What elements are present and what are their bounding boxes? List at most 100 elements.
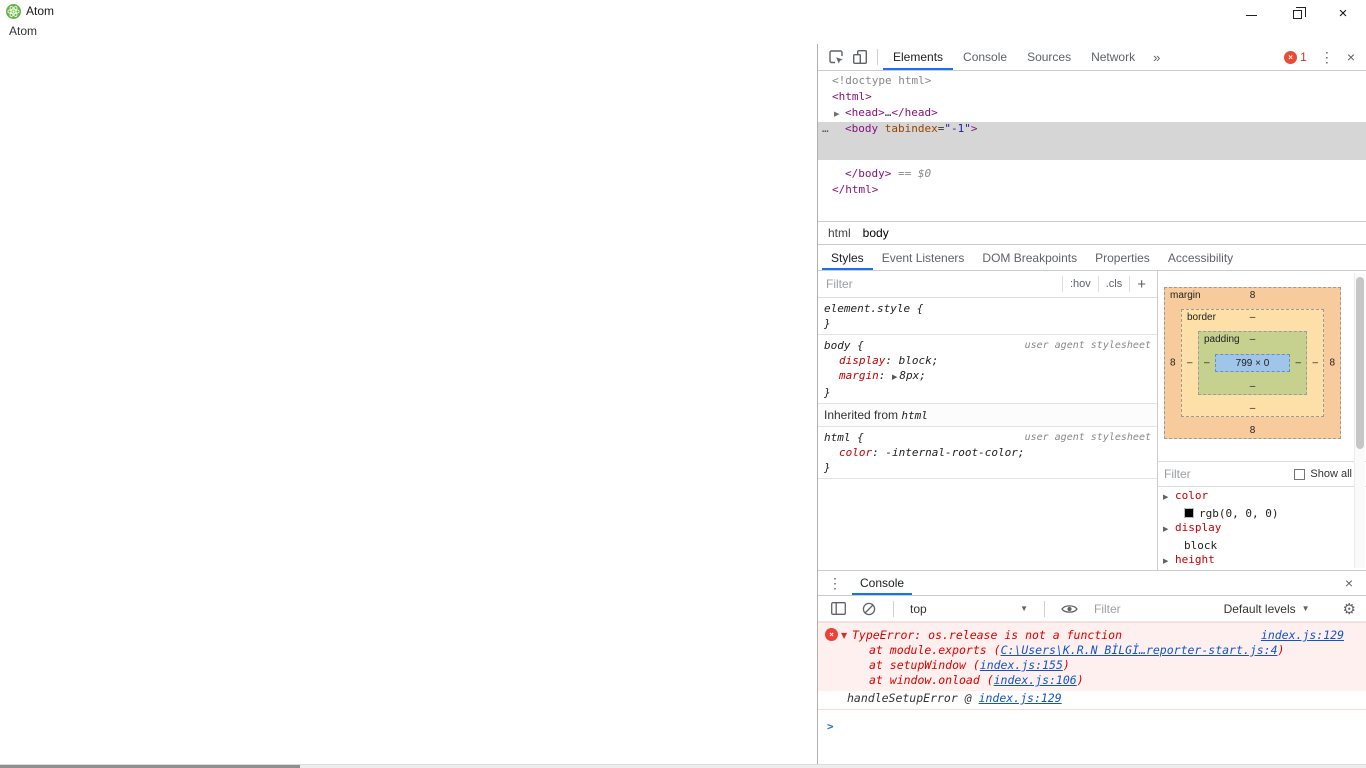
css-property[interactable]: display: block; — [824, 353, 1153, 368]
error-message-row[interactable]: × ▼ TypeError: os.release is not a funct… — [818, 627, 1366, 643]
execution-context-selector[interactable]: top ▼ — [906, 602, 1032, 616]
maximize-button[interactable] — [1274, 0, 1320, 26]
class-toggle[interactable]: .cls — [1097, 276, 1130, 292]
border-top-value[interactable]: – — [1182, 312, 1323, 323]
expand-arrow-icon[interactable]: ▶ — [892, 373, 897, 381]
close-icon: × — [1338, 4, 1348, 22]
minimize-icon — [1245, 14, 1257, 16]
console-close-icon[interactable]: × — [1345, 575, 1366, 591]
toolbar-right-cluster: × 1 ⋮ × — [1284, 49, 1366, 66]
styles-filter-input[interactable] — [826, 277, 1062, 291]
border-right-value[interactable]: – — [1312, 358, 1318, 369]
padding-right-value[interactable]: – — [1295, 358, 1301, 369]
devtools-tab-elements[interactable]: Elements — [883, 44, 953, 70]
log-levels-dropdown[interactable]: Default levels ▼ — [1224, 602, 1336, 616]
box-model-border[interactable]: border – – – – padding – – – – 799 × 0 — [1181, 309, 1324, 417]
css-property[interactable]: margin: ▶ 8px; — [824, 368, 1153, 385]
console-prompt[interactable]: > — [818, 710, 1366, 735]
computed-property-display[interactable]: ▶ display — [1158, 521, 1353, 537]
menu-item-atom[interactable]: Atom — [9, 24, 37, 38]
show-all-checkbox[interactable] — [1294, 468, 1306, 480]
rule-selector[interactable]: element.style { — [824, 301, 923, 316]
horizontal-scrollbar[interactable] — [0, 764, 1366, 768]
error-count-badge[interactable]: × 1 — [1284, 50, 1307, 64]
clear-console-icon[interactable] — [857, 597, 881, 621]
computed-property-height[interactable]: ▶ height — [1158, 553, 1353, 569]
code-token: <head> — [845, 106, 885, 119]
console-sidebar-toggle-icon[interactable] — [826, 597, 850, 621]
devtools-tab-sources[interactable]: Sources — [1017, 44, 1081, 70]
computed-property-color[interactable]: ▶ color — [1158, 489, 1353, 505]
computed-property-value: block — [1158, 537, 1353, 553]
expand-arrow-icon[interactable]: ▶ — [834, 110, 839, 118]
tab-properties[interactable]: Properties — [1086, 245, 1159, 270]
dom-node[interactable]: ▶ <head>…</head> — [818, 106, 1366, 122]
console-drawer-tab[interactable]: Console — [852, 571, 912, 595]
padding-bottom-value[interactable]: – — [1199, 381, 1306, 392]
css-separator: : — [885, 354, 899, 367]
inherited-from-link[interactable]: html — [901, 409, 928, 422]
expand-arrow-icon[interactable]: ▶ — [1163, 525, 1168, 533]
stack-frame-text: at setupWindow ( — [869, 658, 980, 672]
console-filter-input[interactable] — [1094, 601, 1217, 616]
pseudo-state-toggle[interactable]: :hov — [1061, 276, 1098, 292]
device-toolbar-button[interactable] — [848, 45, 872, 69]
eye-icon[interactable] — [1057, 597, 1081, 621]
console-tab-row: ⋮ Console × — [818, 571, 1366, 596]
box-model-margin[interactable]: margin 8 8 8 8 border – – – – padding – — [1164, 287, 1341, 439]
border-bottom-value[interactable]: – — [1182, 403, 1323, 414]
rule-selector[interactable]: html { — [824, 430, 864, 445]
stack-frame-link[interactable]: C:\Users\K.R.N BİLGİ…reporter-start.js:4 — [1001, 643, 1278, 657]
close-button[interactable]: × — [1320, 0, 1366, 26]
stack-frame-link[interactable]: index.js:106 — [994, 673, 1077, 687]
expand-arrow-icon[interactable]: ▶ — [1163, 557, 1168, 565]
tab-event-listeners[interactable]: Event Listeners — [873, 245, 974, 270]
style-rule-html: html { user agent stylesheet color: -inter… — [818, 427, 1157, 479]
devtools-tab-console[interactable]: Console — [953, 44, 1017, 70]
box-model-padding[interactable]: padding – – – – 799 × 0 — [1198, 331, 1307, 395]
css-property[interactable]: color: -internal-root-color; — [824, 445, 1153, 460]
dom-node-selected[interactable]: … <body tabindex="-1"> — [818, 122, 1366, 160]
margin-top-value[interactable]: 8 — [1165, 290, 1340, 301]
code-token: "-1" — [944, 122, 971, 135]
padding-left-value[interactable]: – — [1204, 358, 1210, 369]
breadcrumb-html[interactable]: html — [822, 226, 857, 240]
rule-selector[interactable]: body { — [824, 338, 864, 353]
new-style-rule-button[interactable]: + — [1129, 276, 1155, 293]
kebab-menu-icon[interactable]: ⋮ — [1320, 49, 1334, 66]
dom-node[interactable]: <!doctype html> — [818, 74, 1366, 90]
tab-styles[interactable]: Styles — [822, 245, 873, 270]
console-settings-gear-icon[interactable]: ⚙ — [1343, 600, 1358, 618]
margin-left-value[interactable]: 8 — [1170, 358, 1176, 369]
border-left-value[interactable]: – — [1187, 358, 1193, 369]
tab-accessibility[interactable]: Accessibility — [1159, 245, 1242, 270]
expand-caret-icon[interactable]: ▼ — [841, 628, 847, 644]
console-kebab-menu-icon[interactable]: ⋮ — [818, 575, 852, 592]
more-tabs-button[interactable]: » — [1145, 50, 1168, 65]
inspect-element-button[interactable] — [824, 45, 848, 69]
minimize-button[interactable] — [1228, 0, 1274, 26]
expand-arrow-icon[interactable]: ▶ — [1163, 493, 1168, 501]
stack-frame-link[interactable]: index.js:155 — [980, 658, 1063, 672]
computed-filter-input[interactable] — [1164, 467, 1295, 481]
stack-frames: at module.exports (C:\Users\K.R.N BİLGİ…… — [818, 643, 1366, 688]
error-source-link[interactable]: index.js:129 — [1261, 627, 1344, 643]
breadcrumb-body[interactable]: body — [857, 226, 895, 240]
handler-link[interactable]: index.js:129 — [979, 691, 1062, 705]
scrollbar-thumb[interactable] — [1356, 277, 1364, 449]
box-model-content[interactable]: 799 × 0 — [1215, 354, 1290, 372]
padding-top-value[interactable]: – — [1199, 334, 1306, 345]
sidebar-scrollbar[interactable] — [1354, 273, 1365, 568]
devtools-close-icon[interactable]: × — [1347, 49, 1355, 65]
toolbar-separator — [1044, 600, 1045, 617]
styles-region: :hov .cls + element.style {} body {user a… — [818, 271, 1366, 570]
tab-dom-breakpoints[interactable]: DOM Breakpoints — [973, 245, 1086, 270]
devtools-tab-network[interactable]: Network — [1081, 44, 1145, 70]
margin-right-value[interactable]: 8 — [1329, 358, 1335, 369]
stylesheet-origin: user agent stylesheet — [1024, 432, 1151, 443]
dom-node[interactable]: </body> == $0 — [818, 167, 1366, 183]
dom-node[interactable]: </html> — [818, 183, 1366, 199]
margin-bottom-value[interactable]: 8 — [1165, 425, 1340, 436]
dom-node[interactable]: <html> — [818, 90, 1366, 106]
devtools-toolbar: Elements Console Sources Network » × 1 ⋮ × — [818, 44, 1366, 71]
